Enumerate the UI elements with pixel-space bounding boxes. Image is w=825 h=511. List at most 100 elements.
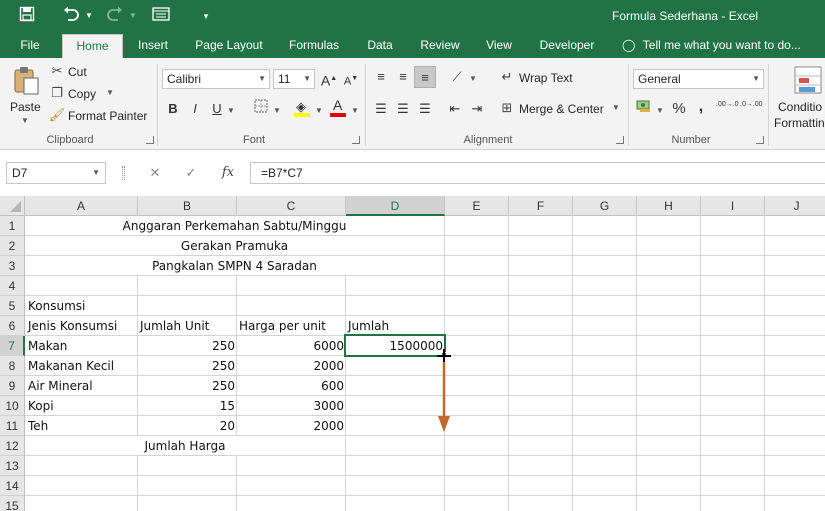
row-header-11[interactable]: 11 [0,416,25,436]
column-header-f[interactable]: F [509,196,573,216]
row-header-3[interactable]: 3 [0,256,25,276]
clipboard-launcher-icon[interactable] [146,136,154,144]
row-header-14[interactable]: 14 [0,476,25,496]
decrease-font-icon[interactable]: A▼ [340,68,362,90]
cell-d10[interactable] [346,396,445,416]
formula-bar-grip-icon[interactable] [122,166,125,180]
fill-color-dropdown-icon[interactable]: ▼ [315,106,323,115]
formula-input[interactable]: =B7*C7 [250,162,825,184]
merge-dropdown-icon[interactable]: ▼ [612,103,620,112]
cell-c10[interactable]: 3000 [237,396,346,416]
cell-b9[interactable]: 250 [138,376,237,396]
row-header-4[interactable]: 4 [0,276,25,296]
column-header-d[interactable]: D [346,196,445,216]
middle-align-icon[interactable]: ≡ [392,66,414,88]
top-align-icon[interactable]: ≡ [370,66,392,88]
column-header-h[interactable]: H [637,196,701,216]
row-header-9[interactable]: 9 [0,376,25,396]
copy-dropdown-icon[interactable]: ▼ [106,88,114,97]
accounting-dropdown-icon[interactable]: ▼ [656,106,664,115]
cell-b8[interactable]: 250 [138,356,237,376]
increase-indent-icon[interactable]: ⇥ [466,98,488,120]
title-cell-1[interactable]: Anggaran Perkemahan Sabtu/Minggu [25,216,444,235]
cell-c11[interactable]: 2000 [237,416,346,436]
decrease-decimal-button[interactable]: .0→.00 [740,98,763,120]
tab-data[interactable]: Data [360,32,400,58]
tab-view[interactable]: View [478,32,520,58]
name-box[interactable]: D7 ▼ [6,162,106,184]
column-header-b[interactable]: B [138,196,237,216]
column-header-g[interactable]: G [573,196,637,216]
cell-c9[interactable]: 600 [237,376,346,396]
row-header-8[interactable]: 8 [0,356,25,376]
cell-b11[interactable]: 20 [138,416,237,436]
bold-button[interactable]: B [162,98,184,120]
align-center-icon[interactable]: ☰ [392,98,414,120]
format-painter-button[interactable]: 🖌 Format Painter [48,106,152,126]
italic-button[interactable]: I [184,98,206,120]
tell-me-box[interactable]: ◯ Tell me what you want to do... [622,32,801,58]
orientation-dropdown-icon[interactable]: ▼ [469,74,477,83]
increase-decimal-button[interactable]: .00→.0 [716,98,739,120]
font-launcher-icon[interactable] [352,136,360,144]
orientation-icon[interactable]: ⟋ [446,66,468,88]
cell-c8[interactable]: 2000 [237,356,346,376]
comma-button[interactable]: , [690,96,712,118]
column-header-i[interactable]: I [701,196,765,216]
column-header-a[interactable]: A [25,196,138,216]
font-color-dropdown-icon[interactable]: ▼ [351,106,359,115]
font-color-icon[interactable]: A [328,96,350,118]
enter-icon[interactable]: ✓ [180,162,202,184]
borders-dropdown-icon[interactable]: ▼ [273,106,281,115]
underline-button[interactable]: U [206,98,228,120]
align-right-icon[interactable]: ☰ [414,98,436,120]
copy-button[interactable]: ❐ Copy ▼ [48,84,118,104]
cell-a6[interactable]: Jenis Konsumsi [26,316,138,336]
cell-a11[interactable]: Teh [26,416,138,436]
insert-function-icon[interactable]: fx [216,162,240,184]
jumlah-harga-cell[interactable]: Jumlah Harga [25,436,345,455]
column-header-c[interactable]: C [237,196,346,216]
customize-qat-icon[interactable]: ▾ [200,6,212,26]
merge-center-button[interactable]: ⊞ Merge & Center ▼ [498,99,624,119]
paste-dropdown-icon[interactable]: ▼ [21,116,29,125]
column-header-e[interactable]: E [445,196,509,216]
cell-a5[interactable]: Konsumsi [26,296,138,316]
spreadsheet-grid[interactable]: A B C D E F G H I J 1 2 3 4 5 6 7 8 9 10… [0,196,825,511]
title-cell-3[interactable]: Pangkalan SMPN 4 Saradan [25,256,444,275]
tab-review[interactable]: Review [414,32,466,58]
alignment-launcher-icon[interactable] [616,136,624,144]
cell-a7[interactable]: Makan [26,336,138,356]
cell-a8[interactable]: Makanan Kecil [26,356,138,376]
row-header-13[interactable]: 13 [0,456,25,476]
cell-b6[interactable]: Jumlah Unit [138,316,237,336]
paste-button[interactable]: Paste ▼ [8,62,42,128]
conditional-formatting-button[interactable]: Conditio Formattin [774,62,825,132]
fill-color-icon[interactable]: ◈ [292,96,314,118]
cell-b10[interactable]: 15 [138,396,237,416]
cancel-icon[interactable]: ✕ [144,162,166,184]
column-header-j[interactable]: J [765,196,825,216]
increase-font-icon[interactable]: A▲ [318,68,340,90]
row-header-15[interactable]: 15 [0,496,25,511]
row-header-5[interactable]: 5 [0,296,25,316]
percent-button[interactable]: % [668,98,690,120]
tab-formulas[interactable]: Formulas [282,32,346,58]
cell-a10[interactable]: Kopi [26,396,138,416]
row-header-7[interactable]: 7 [0,336,25,356]
decrease-indent-icon[interactable]: ⇤ [444,98,466,120]
number-format-combo[interactable]: General ▼ [633,69,764,89]
tab-home[interactable]: Home [62,34,123,58]
wrap-text-button[interactable]: ↵ Wrap Text [498,68,588,88]
row-header-12[interactable]: 12 [0,436,25,456]
cell-a9[interactable]: Air Mineral [26,376,138,396]
bottom-align-icon[interactable]: ≡ [414,66,436,88]
number-launcher-icon[interactable] [756,136,764,144]
underline-dropdown-icon[interactable]: ▼ [227,106,235,115]
select-all-corner[interactable] [0,196,25,216]
align-left-icon[interactable]: ☰ [370,98,392,120]
tab-insert[interactable]: Insert [130,32,176,58]
form-icon[interactable] [150,6,172,26]
cut-button[interactable]: ✂ Cut [48,62,108,82]
cell-c6[interactable]: Harga per unit [237,316,346,336]
